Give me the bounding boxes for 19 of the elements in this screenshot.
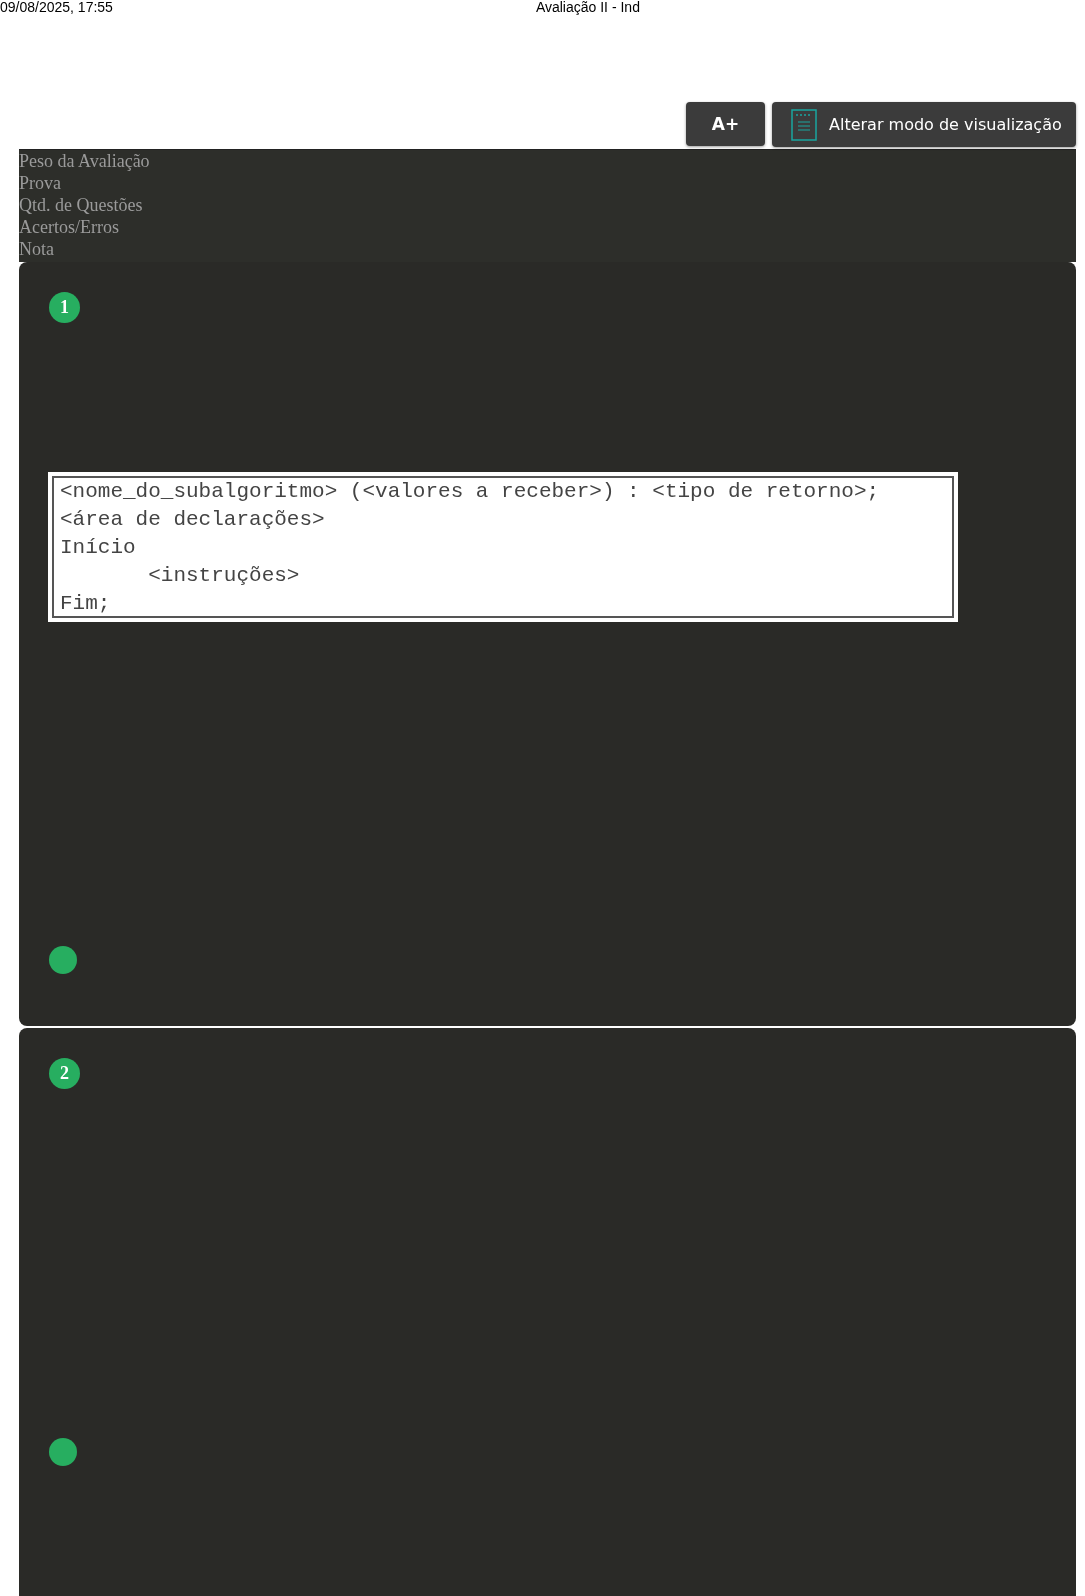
code-line: <área de declarações> <box>60 507 326 533</box>
code-line: <nome_do_subalgoritmo> (<valores a receber>) : <tipo de retorno>; <box>60 479 881 505</box>
document-icon <box>791 108 817 141</box>
question-number: 1 <box>49 292 80 323</box>
summary-label: Acertos/Erros <box>19 216 120 238</box>
code-line: Fim; <box>60 591 112 617</box>
code-line: Início <box>60 535 137 561</box>
answer-marker-icon <box>49 946 77 974</box>
view-mode-button[interactable]: Alterar modo de visualização <box>772 102 1076 147</box>
summary-label: Nota <box>19 238 55 260</box>
page-title: Avaliação II - Ind <box>535 0 640 16</box>
question-number: 2 <box>49 1058 80 1089</box>
font-size-button[interactable]: A+ <box>686 102 765 146</box>
summary-label: Peso da Avaliação <box>19 150 151 172</box>
code-line: <instruções> <box>147 563 301 589</box>
summary-label: Qtd. de Questões <box>19 194 144 216</box>
answer-marker-icon <box>49 1438 77 1466</box>
print-date: 09/08/2025, 17:55 <box>0 0 113 16</box>
summary-label: Prova <box>19 172 62 194</box>
